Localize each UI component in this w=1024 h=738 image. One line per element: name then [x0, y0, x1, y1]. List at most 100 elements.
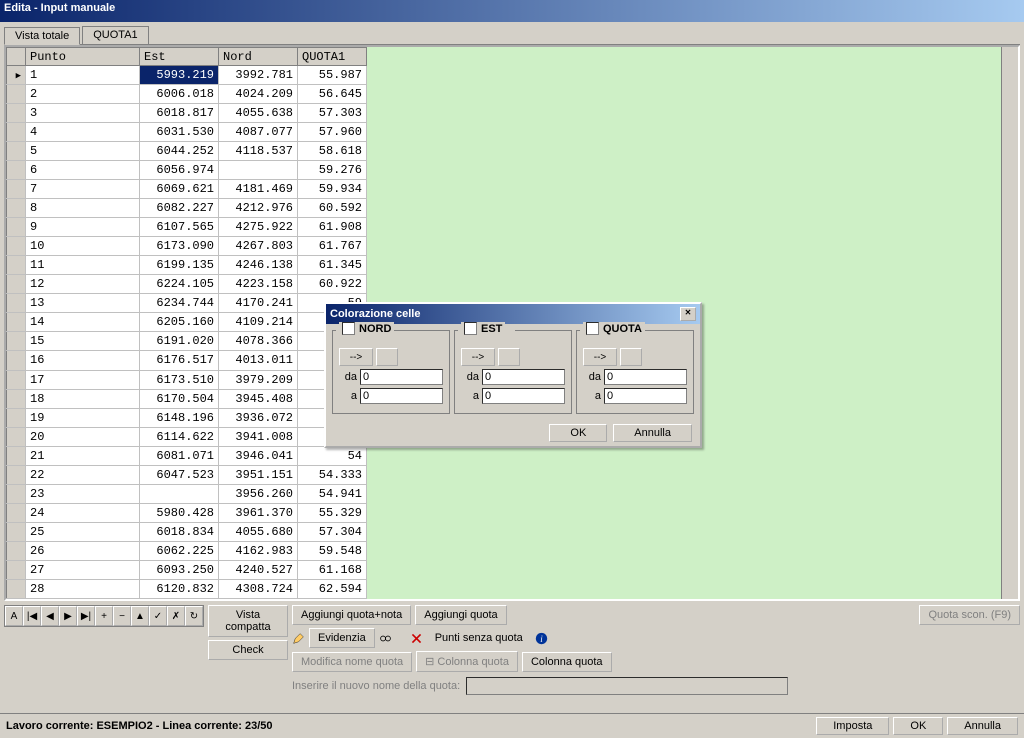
cell[interactable]: 5993.219 [140, 66, 219, 85]
cell[interactable]: 16 [26, 351, 140, 370]
col-header-punto[interactable]: Punto [26, 48, 140, 66]
cell[interactable]: 28 [26, 579, 140, 598]
cell[interactable]: 6107.565 [140, 218, 219, 237]
cell[interactable]: 55.987 [298, 66, 367, 85]
cell[interactable]: 24 [26, 503, 140, 522]
table-row[interactable]: 206114.6223941.00853 [7, 427, 367, 446]
table-row[interactable]: 36018.8174055.63857.303 [7, 104, 367, 123]
cell[interactable]: 3 [26, 104, 140, 123]
binoculars-icon[interactable] [379, 632, 392, 645]
cell[interactable]: 6176.517 [140, 351, 219, 370]
arrow-button[interactable]: --> [583, 348, 617, 366]
cell[interactable]: 4055.638 [219, 104, 298, 123]
cell[interactable]: 6031.530 [140, 123, 219, 142]
cell[interactable]: 13 [26, 294, 140, 313]
cell[interactable]: 6199.135 [140, 256, 219, 275]
da-input[interactable] [360, 369, 443, 385]
cell[interactable]: 60.922 [298, 275, 367, 294]
cell[interactable]: 6018.834 [140, 522, 219, 541]
cell[interactable]: 4013.011 [219, 351, 298, 370]
cell[interactable]: 4240.527 [219, 560, 298, 579]
arrow-button[interactable]: --> [461, 348, 495, 366]
cell[interactable]: 23 [26, 484, 140, 503]
row-header[interactable] [7, 294, 26, 313]
cell[interactable]: 54.333 [298, 465, 367, 484]
cell[interactable]: 4024.209 [219, 85, 298, 104]
check-button[interactable]: Check [208, 640, 288, 660]
cell[interactable]: 3946.041 [219, 446, 298, 465]
cell[interactable]: 6114.622 [140, 427, 219, 446]
table-row[interactable]: 156191.0204078.36656 [7, 332, 367, 351]
table-row[interactable]: 186170.5043945.40853 [7, 389, 367, 408]
row-header[interactable] [7, 180, 26, 199]
cell[interactable]: 6006.018 [140, 85, 219, 104]
cell[interactable]: 4 [26, 123, 140, 142]
cell[interactable]: 11 [26, 256, 140, 275]
cell[interactable]: 3951.151 [219, 465, 298, 484]
cell[interactable]: 6018.817 [140, 104, 219, 123]
table-row[interactable]: 106173.0904267.80361.767 [7, 237, 367, 256]
row-header[interactable] [7, 560, 26, 579]
cell[interactable]: 4170.241 [219, 294, 298, 313]
nav-button[interactable]: ▶ [59, 606, 77, 626]
cell[interactable]: 4181.469 [219, 180, 298, 199]
row-header[interactable] [7, 484, 26, 503]
cell[interactable]: 6093.250 [140, 560, 219, 579]
nav-button[interactable]: + [95, 606, 113, 626]
cell[interactable]: 57.304 [298, 522, 367, 541]
table-row[interactable]: 46031.5304087.07757.960 [7, 123, 367, 142]
cell[interactable]: 22 [26, 465, 140, 484]
cell[interactable]: 56.645 [298, 85, 367, 104]
row-header[interactable] [7, 313, 26, 332]
cell[interactable]: 3936.072 [219, 408, 298, 427]
table-row[interactable]: 126224.1054223.15860.922 [7, 275, 367, 294]
cell[interactable]: 8 [26, 199, 140, 218]
table-row[interactable]: 226047.5233951.15154.333 [7, 465, 367, 484]
cell[interactable]: 6120.832 [140, 579, 219, 598]
cell[interactable]: 6069.621 [140, 180, 219, 199]
aggiungi-quota-button[interactable]: Aggiungi quota [415, 605, 506, 625]
main-ok-button[interactable]: OK [893, 717, 943, 735]
cell[interactable]: 58.618 [298, 142, 367, 161]
row-header[interactable] [7, 522, 26, 541]
cell[interactable]: 55.329 [298, 503, 367, 522]
row-header[interactable] [7, 85, 26, 104]
row-header[interactable] [7, 332, 26, 351]
cell[interactable]: 6047.523 [140, 465, 219, 484]
cell[interactable]: 17 [26, 370, 140, 389]
cell[interactable]: 61.767 [298, 237, 367, 256]
cell[interactable]: 54 [298, 446, 367, 465]
cell[interactable]: 4223.158 [219, 275, 298, 294]
cell[interactable]: 6234.744 [140, 294, 219, 313]
table-row[interactable]: 286120.8324308.72462.594 [7, 579, 367, 598]
row-header[interactable] [7, 427, 26, 446]
nav-button[interactable]: ◀ [41, 606, 59, 626]
cell[interactable]: 6205.160 [140, 313, 219, 332]
dialog-ok-button[interactable]: OK [549, 424, 607, 442]
row-header[interactable] [7, 66, 26, 85]
table-row[interactable]: 276093.2504240.52761.168 [7, 560, 367, 579]
aggiungi-quota-nota-button[interactable]: Aggiungi quota+nota [292, 605, 411, 625]
nav-button[interactable]: |◀ [23, 606, 41, 626]
cell[interactable]: 6224.105 [140, 275, 219, 294]
colonna-quota-plus-button[interactable]: Colonna quota [522, 652, 612, 672]
cell[interactable]: 10 [26, 237, 140, 256]
cell[interactable]: 4308.724 [219, 579, 298, 598]
cell[interactable]: 3961.370 [219, 503, 298, 522]
cell[interactable]: 6056.974 [140, 161, 219, 180]
row-header[interactable] [7, 408, 26, 427]
cell[interactable]: 14 [26, 313, 140, 332]
table-row[interactable]: 266062.2254162.98359.548 [7, 541, 367, 560]
cell[interactable]: 26 [26, 541, 140, 560]
cell[interactable]: 5 [26, 142, 140, 161]
a-input[interactable] [360, 388, 443, 404]
row-header[interactable] [7, 104, 26, 123]
a-input[interactable] [604, 388, 687, 404]
row-header[interactable] [7, 541, 26, 560]
nav-button[interactable]: ▶| [77, 606, 95, 626]
da-input[interactable] [604, 369, 687, 385]
row-header[interactable] [7, 161, 26, 180]
checkbox[interactable] [342, 322, 355, 335]
row-header[interactable] [7, 123, 26, 142]
table-row[interactable]: 76069.6214181.46959.934 [7, 180, 367, 199]
